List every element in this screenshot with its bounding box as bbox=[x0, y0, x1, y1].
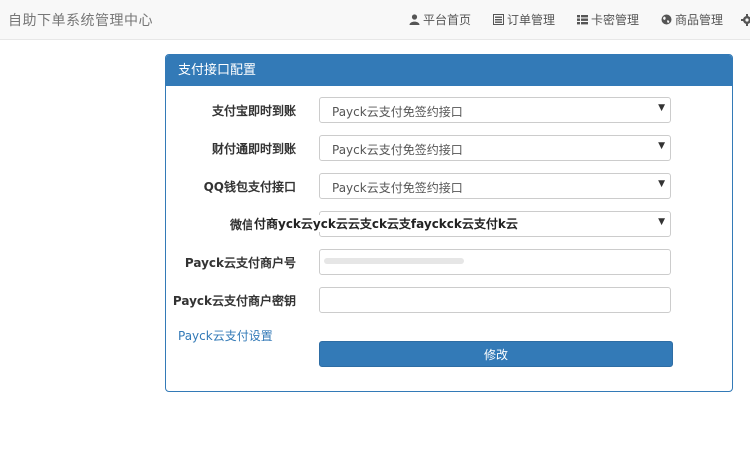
qqpay-label: QQ钱包支付接口 bbox=[203, 180, 296, 194]
chevron-down-icon: ▼ bbox=[658, 179, 665, 189]
nav-home-label: 平台首页 bbox=[422, 13, 471, 27]
tenpay-select-value: Payck云支付免签约接口 bbox=[332, 143, 463, 157]
globe-icon bbox=[661, 14, 672, 25]
top-navbar: 自助下单系统管理中心 平台首页 订单管理 卡密管理 商品管理 bbox=[0, 0, 750, 40]
alipay-row: 支付宝即时到账 Payck云支付免签约接口 ▼ bbox=[166, 97, 732, 123]
main-nav: 平台首页 订单管理 卡密管理 商品管理 bbox=[387, 0, 750, 39]
chevron-down-icon: ▼ bbox=[658, 141, 665, 151]
blurred-value bbox=[324, 258, 464, 264]
merchant-id-label: Payck云支付商户号 bbox=[184, 256, 296, 270]
nav-cards-label: 卡密管理 bbox=[590, 13, 639, 27]
qqpay-select[interactable]: Payck云支付免签约接口 ▼ bbox=[319, 173, 671, 199]
nav-products[interactable]: 商品管理 bbox=[661, 11, 723, 28]
merchant-key-input[interactable] bbox=[319, 287, 671, 313]
chevron-down-icon: ▼ bbox=[658, 217, 665, 227]
list-alt-icon bbox=[492, 14, 504, 25]
payment-config-panel: 支付接口配置 支付宝即时到账 Payck云支付免签约接口 ▼ 财付通即时到账 P… bbox=[165, 54, 733, 392]
nav-home[interactable]: 平台首页 bbox=[409, 11, 471, 28]
nav-orders[interactable]: 订单管理 bbox=[492, 11, 555, 28]
user-icon bbox=[409, 14, 420, 25]
nav-cards[interactable]: 卡密管理 bbox=[576, 11, 639, 28]
settings-link[interactable]: Payck云支付设置 bbox=[178, 327, 273, 344]
merchant-key-label: Payck云支付商户密钥 bbox=[172, 294, 296, 308]
nav-products-label: 商品管理 bbox=[674, 13, 723, 27]
alipay-select-value: Payck云支付免签约接口 bbox=[332, 105, 463, 119]
submit-button[interactable]: 修改 bbox=[319, 341, 673, 367]
gear-icon bbox=[741, 13, 750, 26]
wxpay-overlay-text: 付商yck云yck云云支ck云支fayckck云支付k云 bbox=[252, 215, 520, 232]
qqpay-select-value: Payck云支付免签约接口 bbox=[332, 181, 463, 195]
nav-settings[interactable] bbox=[741, 13, 750, 26]
qqpay-row: QQ钱包支付接口 Payck云支付免签约接口 ▼ bbox=[166, 173, 732, 199]
merchant-key-row: Payck云支付商户密钥 bbox=[166, 287, 732, 313]
alipay-label: 支付宝即时到账 bbox=[211, 104, 296, 118]
tenpay-row: 财付通即时到账 Payck云支付免签约接口 ▼ bbox=[166, 135, 732, 161]
tenpay-label: 财付通即时到账 bbox=[211, 142, 296, 156]
chevron-down-icon: ▼ bbox=[658, 103, 665, 113]
th-list-icon bbox=[576, 15, 588, 25]
brand-title[interactable]: 自助下单系统管理中心 bbox=[8, 10, 153, 30]
panel-title: 支付接口配置 bbox=[166, 55, 732, 86]
alipay-select[interactable]: Payck云支付免签约接口 ▼ bbox=[319, 97, 671, 123]
tenpay-select[interactable]: Payck云支付免签约接口 ▼ bbox=[319, 135, 671, 161]
nav-orders-label: 订单管理 bbox=[506, 13, 555, 27]
